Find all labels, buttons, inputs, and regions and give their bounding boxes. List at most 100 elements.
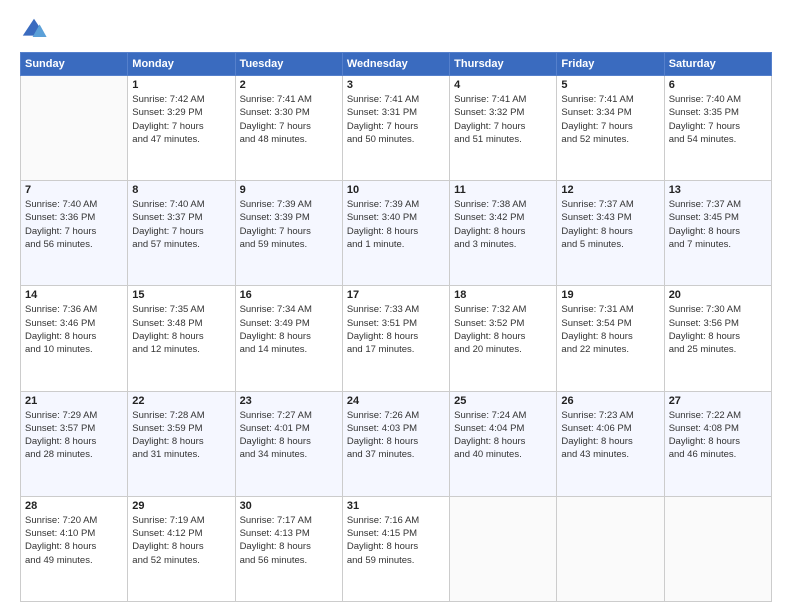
day-number: 30 — [240, 500, 338, 512]
day-cell — [557, 496, 664, 601]
col-header-wednesday: Wednesday — [342, 53, 449, 76]
day-cell: 2 Sunrise: 7:41 AM Sunset: 3:30 PM Daylig… — [235, 76, 342, 181]
day-cell: 8 Sunrise: 7:40 AM Sunset: 3:37 PM Daylig… — [128, 181, 235, 286]
day-info: Sunrise: 7:38 AM Sunset: 3:42 PM Dayligh… — [454, 198, 552, 251]
logo — [20, 16, 52, 44]
day-cell: 19 Sunrise: 7:31 AM Sunset: 3:54 PM Dayli… — [557, 286, 664, 391]
day-number: 22 — [132, 395, 230, 407]
day-info: Sunrise: 7:37 AM Sunset: 3:45 PM Dayligh… — [669, 198, 767, 251]
header — [20, 16, 772, 44]
day-cell: 4 Sunrise: 7:41 AM Sunset: 3:32 PM Daylig… — [450, 76, 557, 181]
calendar-header-row: SundayMondayTuesdayWednesdayThursdayFrid… — [21, 53, 772, 76]
day-cell: 30Sunrise: 7:17 AM Sunset: 4:13 PM Dayli… — [235, 496, 342, 601]
day-number: 23 — [240, 395, 338, 407]
day-cell: 22 Sunrise: 7:28 AM Sunset: 3:59 PM Dayli… — [128, 391, 235, 496]
day-number: 11 — [454, 184, 552, 196]
day-cell: 21 Sunrise: 7:29 AM Sunset: 3:57 PM Dayli… — [21, 391, 128, 496]
day-info: Sunrise: 7:34 AM Sunset: 3:49 PM Dayligh… — [240, 303, 338, 356]
day-cell: 16Sunrise: 7:34 AM Sunset: 3:49 PM Dayli… — [235, 286, 342, 391]
day-cell: 23 Sunrise: 7:27 AM Sunset: 4:01 PM Dayli… — [235, 391, 342, 496]
col-header-friday: Friday — [557, 53, 664, 76]
day-number: 13 — [669, 184, 767, 196]
day-info: Sunrise: 7:41 AM Sunset: 3:30 PM Dayligh… — [240, 93, 338, 146]
day-cell: 3 Sunrise: 7:41 AM Sunset: 3:31 PM Daylig… — [342, 76, 449, 181]
day-cell: 7Sunrise: 7:40 AM Sunset: 3:36 PM Daylig… — [21, 181, 128, 286]
day-cell: 20 Sunrise: 7:30 AM Sunset: 3:56 PM Dayli… — [664, 286, 771, 391]
day-info: Sunrise: 7:24 AM Sunset: 4:04 PM Dayligh… — [454, 409, 552, 462]
day-number: 2 — [240, 79, 338, 91]
day-cell: 18 Sunrise: 7:32 AM Sunset: 3:52 PM Dayli… — [450, 286, 557, 391]
day-number: 28 — [25, 500, 123, 512]
day-info: Sunrise: 7:40 AM Sunset: 3:35 PM Dayligh… — [669, 93, 767, 146]
day-info: Sunrise: 7:28 AM Sunset: 3:59 PM Dayligh… — [132, 409, 230, 462]
day-cell: 29Sunrise: 7:19 AM Sunset: 4:12 PM Dayli… — [128, 496, 235, 601]
day-cell: 9 Sunrise: 7:39 AM Sunset: 3:39 PM Daylig… — [235, 181, 342, 286]
day-info: Sunrise: 7:42 AM Sunset: 3:29 PM Dayligh… — [132, 93, 230, 146]
col-header-tuesday: Tuesday — [235, 53, 342, 76]
day-number: 20 — [669, 289, 767, 301]
day-number: 25 — [454, 395, 552, 407]
day-cell: 11 Sunrise: 7:38 AM Sunset: 3:42 PM Dayli… — [450, 181, 557, 286]
day-info: Sunrise: 7:41 AM Sunset: 3:31 PM Dayligh… — [347, 93, 445, 146]
day-info: Sunrise: 7:41 AM Sunset: 3:32 PM Dayligh… — [454, 93, 552, 146]
day-number: 8 — [132, 184, 230, 196]
day-cell: 24 Sunrise: 7:26 AM Sunset: 4:03 PM Dayli… — [342, 391, 449, 496]
col-header-monday: Monday — [128, 53, 235, 76]
day-number: 5 — [561, 79, 659, 91]
day-number: 19 — [561, 289, 659, 301]
day-number: 9 — [240, 184, 338, 196]
day-cell: 26Sunrise: 7:23 AM Sunset: 4:06 PM Dayli… — [557, 391, 664, 496]
day-cell: 28 Sunrise: 7:20 AM Sunset: 4:10 PM Dayli… — [21, 496, 128, 601]
day-info: Sunrise: 7:30 AM Sunset: 3:56 PM Dayligh… — [669, 303, 767, 356]
day-info: Sunrise: 7:33 AM Sunset: 3:51 PM Dayligh… — [347, 303, 445, 356]
day-info: Sunrise: 7:20 AM Sunset: 4:10 PM Dayligh… — [25, 514, 123, 567]
day-info: Sunrise: 7:39 AM Sunset: 3:40 PM Dayligh… — [347, 198, 445, 251]
week-row-4: 28 Sunrise: 7:20 AM Sunset: 4:10 PM Dayli… — [21, 496, 772, 601]
day-number: 12 — [561, 184, 659, 196]
day-info: Sunrise: 7:39 AM Sunset: 3:39 PM Dayligh… — [240, 198, 338, 251]
page: SundayMondayTuesdayWednesdayThursdayFrid… — [0, 0, 792, 612]
day-number: 4 — [454, 79, 552, 91]
day-cell: 14 Sunrise: 7:36 AM Sunset: 3:46 PM Dayli… — [21, 286, 128, 391]
day-number: 14 — [25, 289, 123, 301]
day-info: Sunrise: 7:41 AM Sunset: 3:34 PM Dayligh… — [561, 93, 659, 146]
day-number: 3 — [347, 79, 445, 91]
day-info: Sunrise: 7:37 AM Sunset: 3:43 PM Dayligh… — [561, 198, 659, 251]
week-row-3: 21 Sunrise: 7:29 AM Sunset: 3:57 PM Dayli… — [21, 391, 772, 496]
day-number: 7 — [25, 184, 123, 196]
day-cell: 13 Sunrise: 7:37 AM Sunset: 3:45 PM Dayli… — [664, 181, 771, 286]
day-number: 24 — [347, 395, 445, 407]
day-cell — [21, 76, 128, 181]
day-number: 27 — [669, 395, 767, 407]
week-row-1: 7Sunrise: 7:40 AM Sunset: 3:36 PM Daylig… — [21, 181, 772, 286]
day-cell: 17Sunrise: 7:33 AM Sunset: 3:51 PM Dayli… — [342, 286, 449, 391]
day-info: Sunrise: 7:16 AM Sunset: 4:15 PM Dayligh… — [347, 514, 445, 567]
day-cell: 6 Sunrise: 7:40 AM Sunset: 3:35 PM Daylig… — [664, 76, 771, 181]
day-cell: 31 Sunrise: 7:16 AM Sunset: 4:15 PM Dayli… — [342, 496, 449, 601]
day-number: 1 — [132, 79, 230, 91]
col-header-thursday: Thursday — [450, 53, 557, 76]
day-cell: 12 Sunrise: 7:37 AM Sunset: 3:43 PM Dayli… — [557, 181, 664, 286]
day-info: Sunrise: 7:22 AM Sunset: 4:08 PM Dayligh… — [669, 409, 767, 462]
week-row-0: 1 Sunrise: 7:42 AM Sunset: 3:29 PM Daylig… — [21, 76, 772, 181]
col-header-saturday: Saturday — [664, 53, 771, 76]
day-number: 6 — [669, 79, 767, 91]
day-info: Sunrise: 7:32 AM Sunset: 3:52 PM Dayligh… — [454, 303, 552, 356]
day-info: Sunrise: 7:36 AM Sunset: 3:46 PM Dayligh… — [25, 303, 123, 356]
day-info: Sunrise: 7:29 AM Sunset: 3:57 PM Dayligh… — [25, 409, 123, 462]
day-info: Sunrise: 7:40 AM Sunset: 3:37 PM Dayligh… — [132, 198, 230, 251]
day-number: 18 — [454, 289, 552, 301]
day-number: 31 — [347, 500, 445, 512]
day-cell — [664, 496, 771, 601]
day-cell: 25 Sunrise: 7:24 AM Sunset: 4:04 PM Dayli… — [450, 391, 557, 496]
day-cell: 1 Sunrise: 7:42 AM Sunset: 3:29 PM Daylig… — [128, 76, 235, 181]
day-cell: 15Sunrise: 7:35 AM Sunset: 3:48 PM Dayli… — [128, 286, 235, 391]
day-info: Sunrise: 7:26 AM Sunset: 4:03 PM Dayligh… — [347, 409, 445, 462]
day-number: 21 — [25, 395, 123, 407]
day-cell: 10Sunrise: 7:39 AM Sunset: 3:40 PM Dayli… — [342, 181, 449, 286]
day-info: Sunrise: 7:27 AM Sunset: 4:01 PM Dayligh… — [240, 409, 338, 462]
day-number: 29 — [132, 500, 230, 512]
day-cell: 27 Sunrise: 7:22 AM Sunset: 4:08 PM Dayli… — [664, 391, 771, 496]
day-info: Sunrise: 7:31 AM Sunset: 3:54 PM Dayligh… — [561, 303, 659, 356]
calendar-table: SundayMondayTuesdayWednesdayThursdayFrid… — [20, 52, 772, 602]
